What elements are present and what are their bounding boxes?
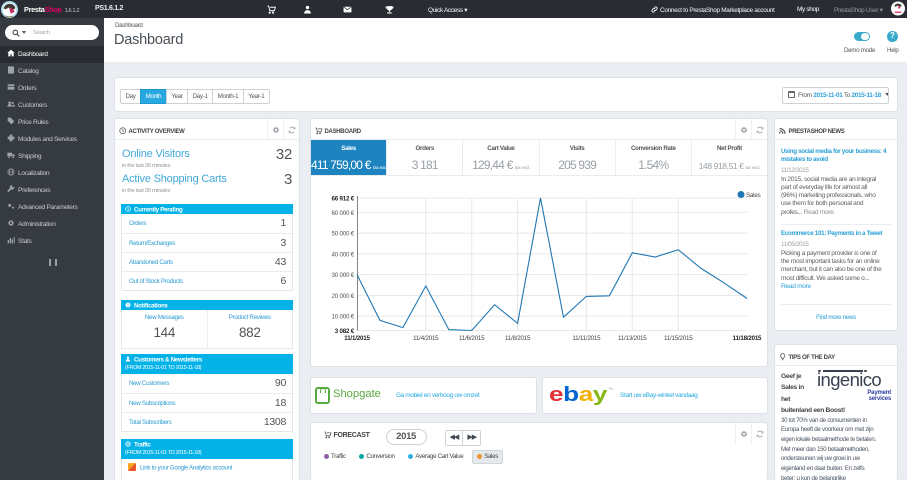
svg-text:20 000 €: 20 000 € — [332, 293, 355, 300]
svg-text:40 000 €: 40 000 € — [332, 251, 355, 258]
svg-text:11/11/2015: 11/11/2015 — [572, 335, 601, 342]
svg-text:™: ™ — [608, 387, 613, 393]
svg-text:30 000 €: 30 000 € — [332, 272, 355, 279]
svg-text:11/8/2015: 11/8/2015 — [505, 335, 531, 342]
svg-text:11/1/2015: 11/1/2015 — [344, 335, 370, 342]
svg-text:ebay: ebay — [549, 384, 609, 406]
svg-text:11/15/2015: 11/15/2015 — [664, 335, 693, 342]
svg-text:11/18/2015: 11/18/2015 — [733, 335, 762, 342]
svg-text:11/4/2015: 11/4/2015 — [413, 335, 439, 342]
svg-text:Sales: Sales — [746, 192, 761, 199]
svg-text:66 912 €: 66 912 € — [332, 196, 355, 203]
svg-text:60 000 €: 60 000 € — [332, 210, 355, 217]
svg-text:3 082 €: 3 082 € — [335, 328, 355, 335]
svg-text:10 000 €: 10 000 € — [332, 314, 355, 321]
svg-text:11/13/2015: 11/13/2015 — [618, 335, 647, 342]
svg-text:11/6/2015: 11/6/2015 — [459, 335, 485, 342]
svg-text:50 000 €: 50 000 € — [332, 231, 355, 238]
